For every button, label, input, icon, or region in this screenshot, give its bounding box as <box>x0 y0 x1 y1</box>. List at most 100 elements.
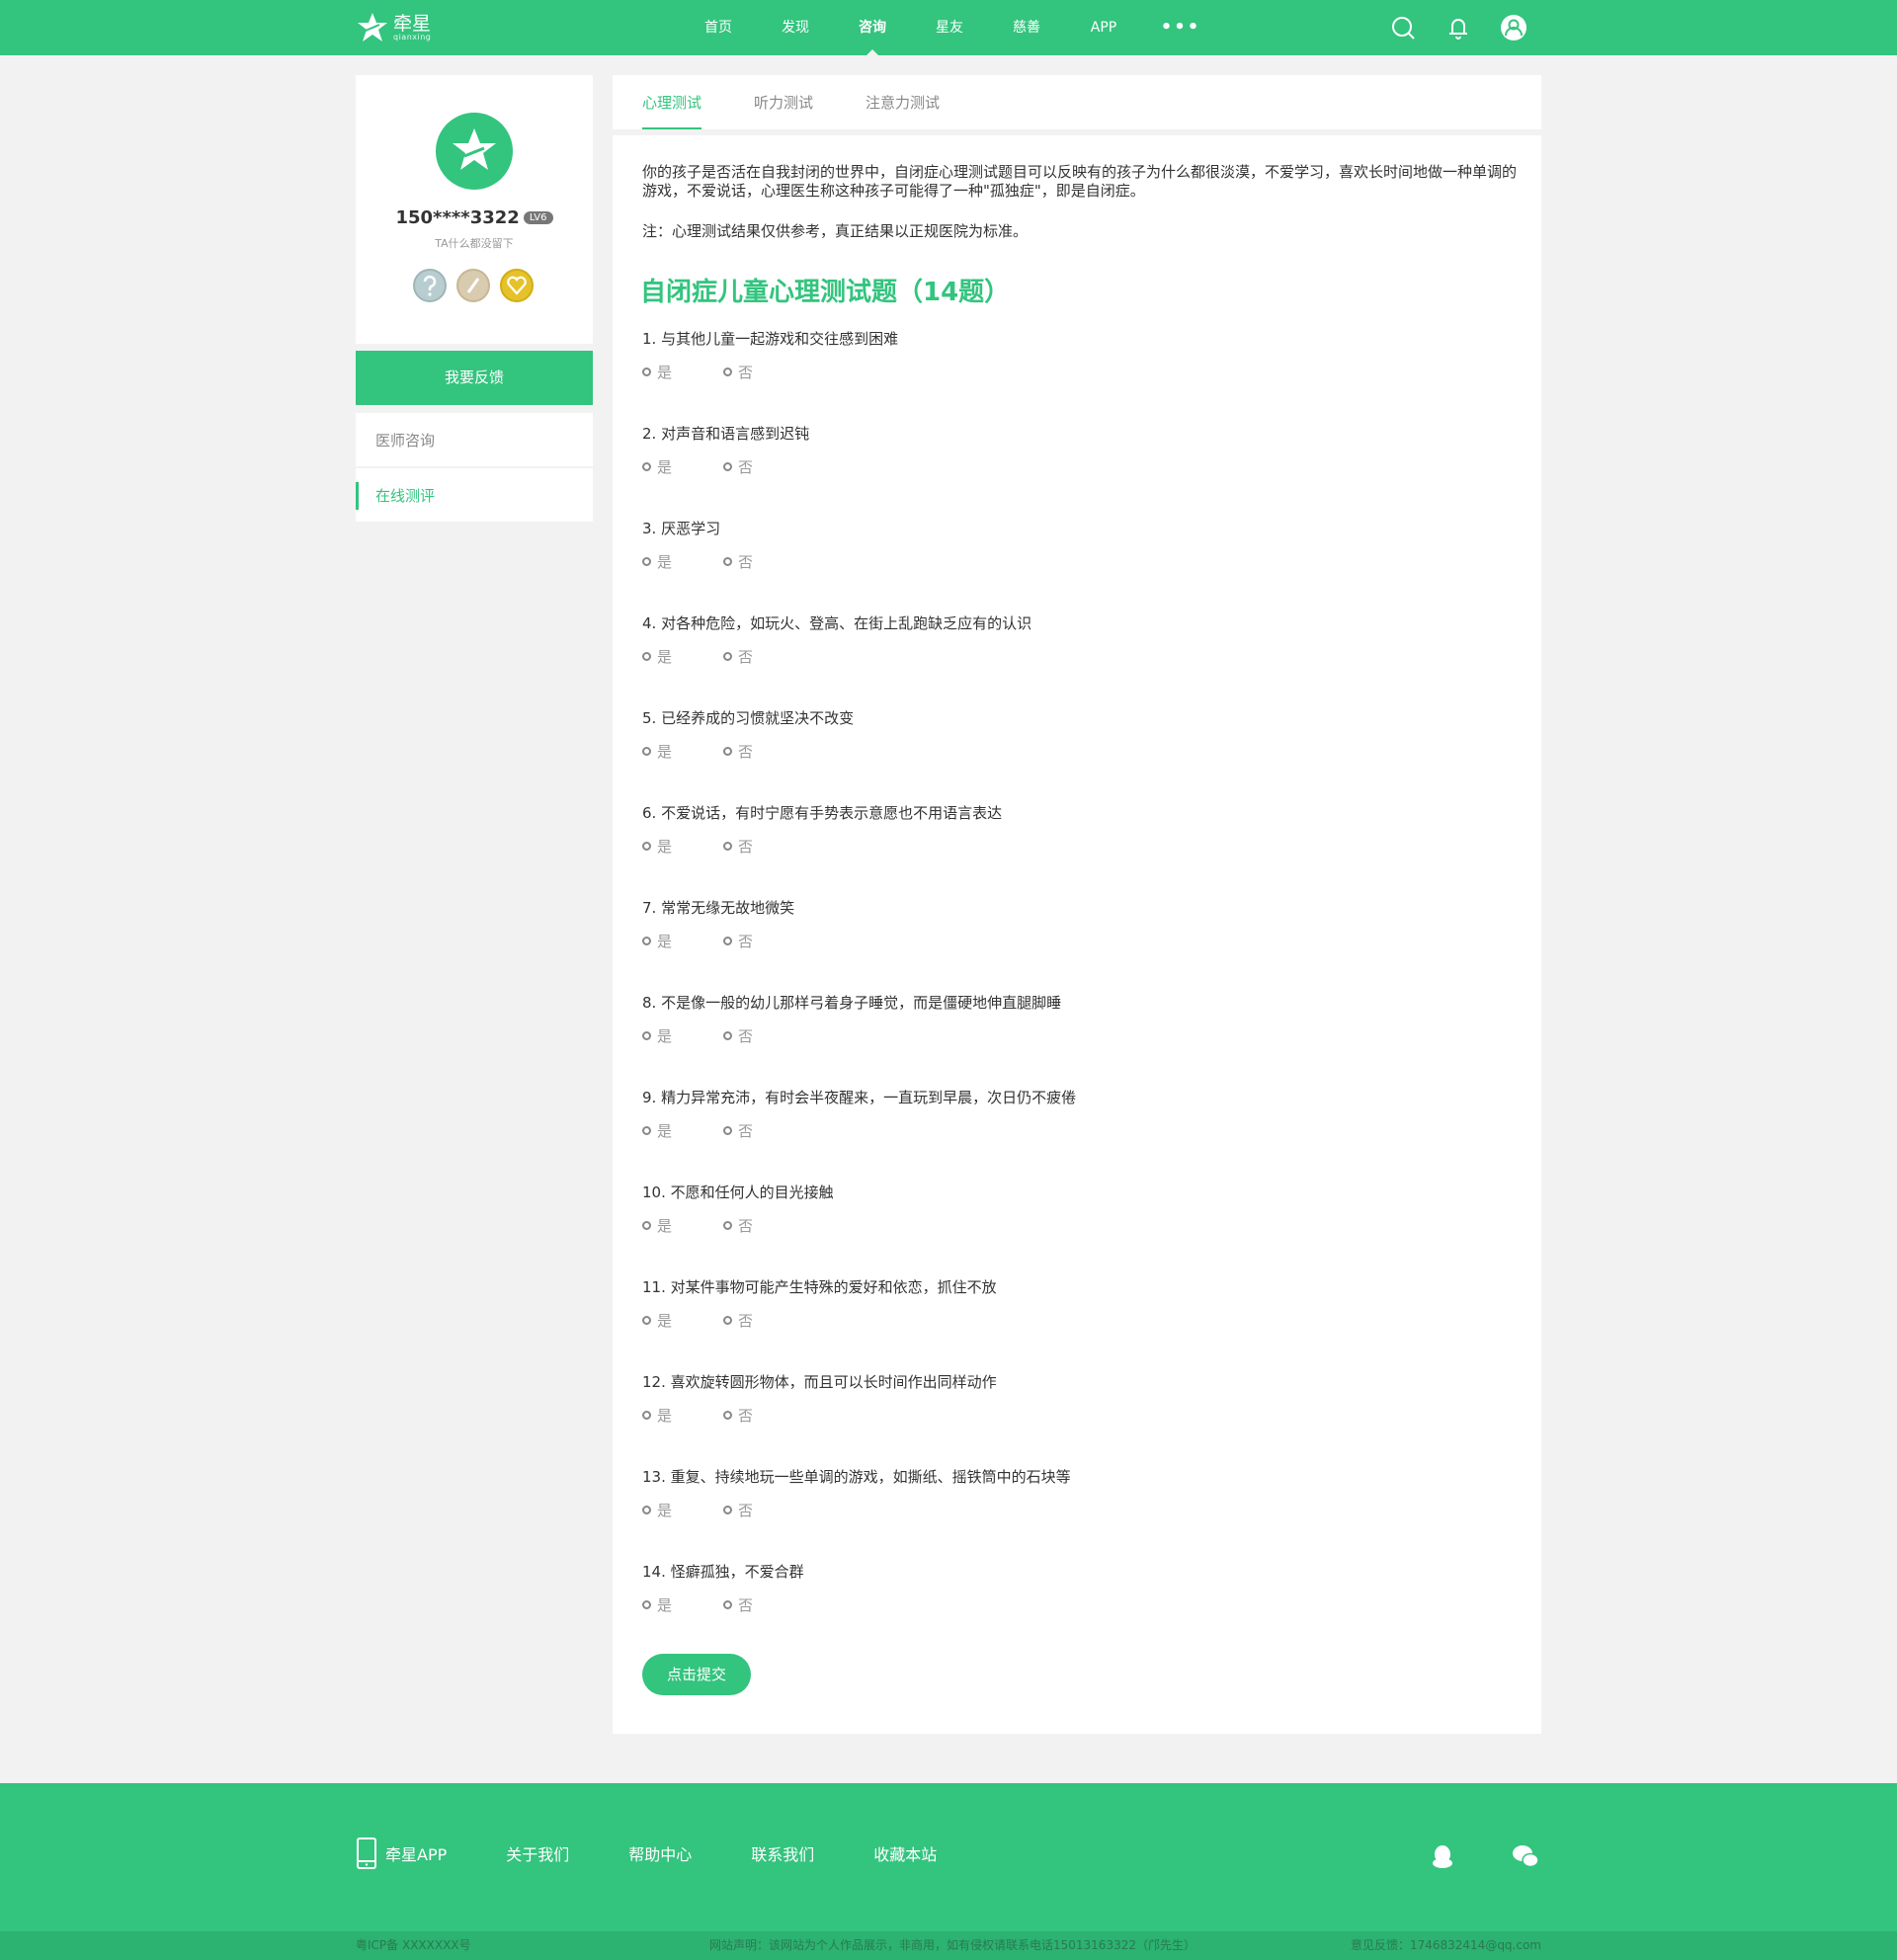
feedback-email[interactable]: 意见反馈：1746832414@qq.com <box>1351 1931 1541 1960</box>
option-no[interactable]: 否 <box>723 1311 804 1330</box>
nav-app[interactable]: APP <box>1065 0 1142 55</box>
search-icon[interactable] <box>1389 14 1417 41</box>
question-item: 14. 怪癖孤独，不爱合群 是 否 <box>642 1562 1512 1614</box>
tab-psych-test[interactable]: 心理测试 <box>642 75 702 129</box>
question-item: 8. 不是像一般的幼儿那样弓着身子睡觉，而是僵硬地伸直腿脚睡 是 否 <box>642 993 1512 1045</box>
option-no[interactable]: 否 <box>723 1501 804 1519</box>
nav-charity[interactable]: 慈善 <box>988 0 1065 55</box>
option-yes[interactable]: 是 <box>642 457 723 476</box>
bell-icon[interactable] <box>1444 14 1472 41</box>
option-no[interactable]: 否 <box>723 1406 804 1425</box>
radio-icon <box>642 1315 651 1325</box>
avatar[interactable] <box>436 113 513 190</box>
option-yes[interactable]: 是 <box>642 1121 723 1140</box>
option-label: 是 <box>657 932 673 950</box>
heart-badge-icon[interactable] <box>500 269 534 302</box>
option-no[interactable]: 否 <box>723 1026 804 1045</box>
phone-icon <box>357 1838 376 1869</box>
option-no[interactable]: 否 <box>723 932 804 950</box>
option-label: 否 <box>738 552 754 571</box>
radio-icon <box>723 746 732 756</box>
nav-more[interactable]: ••• <box>1142 0 1219 55</box>
nav-friends[interactable]: 星友 <box>911 0 988 55</box>
footer-links: 牵星APP 关于我们 帮助中心 联系我们 收藏本站 <box>356 1838 996 1869</box>
achievement-badges <box>413 269 534 302</box>
option-yes[interactable]: 是 <box>642 552 723 571</box>
option-yes[interactable]: 是 <box>642 1406 723 1425</box>
option-label: 否 <box>738 1026 754 1045</box>
option-label: 否 <box>738 932 754 950</box>
option-yes[interactable]: 是 <box>642 1501 723 1519</box>
question-text: 9. 精力异常充沛，有时会半夜醒来，一直玩到早晨，次日仍不疲倦 <box>642 1089 1077 1106</box>
radio-icon <box>723 651 732 661</box>
option-yes[interactable]: 是 <box>642 647 723 666</box>
option-no[interactable]: 否 <box>723 1121 804 1140</box>
wechat-icon[interactable] <box>1512 1842 1539 1870</box>
tab-hearing-test[interactable]: 听力测试 <box>754 75 813 129</box>
option-no[interactable]: 否 <box>723 1595 804 1614</box>
test-title: 自闭症儿童心理测试题（14题） <box>640 278 1011 307</box>
radio-icon <box>723 1599 732 1609</box>
option-yes[interactable]: 是 <box>642 363 723 381</box>
radio-icon <box>642 841 651 851</box>
nav-discover[interactable]: 发现 <box>757 0 834 55</box>
option-label: 是 <box>657 837 673 856</box>
nav-consult[interactable]: 咨询 <box>834 0 911 55</box>
option-no[interactable]: 否 <box>723 837 804 856</box>
option-label: 是 <box>657 1595 673 1614</box>
question-item: 5. 已经养成的习惯就坚决不改变 是 否 <box>642 708 1512 761</box>
question-text: 4. 对各种危险，如玩火、登高、在街上乱跑缺乏应有的认识 <box>642 614 1032 632</box>
user-icon[interactable] <box>1500 14 1527 41</box>
radio-icon <box>642 1410 651 1420</box>
question-text: 5. 已经养成的习惯就坚决不改变 <box>642 709 855 727</box>
star-logo-icon <box>358 13 387 41</box>
radio-icon <box>642 746 651 756</box>
tab-attention-test[interactable]: 注意力测试 <box>866 75 940 129</box>
option-yes[interactable]: 是 <box>642 1595 723 1614</box>
sidebar-item-doctor-consult[interactable]: 医师咨询 <box>356 413 593 468</box>
pencil-badge-icon[interactable] <box>456 269 490 302</box>
option-label: 否 <box>738 647 754 666</box>
qq-icon[interactable] <box>1429 1842 1456 1870</box>
user-bio: TA什么都没留下 <box>435 237 514 250</box>
option-yes[interactable]: 是 <box>642 1311 723 1330</box>
question-item: 4. 对各种危险，如玩火、登高、在街上乱跑缺乏应有的认识 是 否 <box>642 613 1512 666</box>
option-no[interactable]: 否 <box>723 647 804 666</box>
question-text: 8. 不是像一般的幼儿那样弓着身子睡觉，而是僵硬地伸直腿脚睡 <box>642 994 1062 1012</box>
footer-link-about[interactable]: 关于我们 <box>506 1841 569 1865</box>
option-no[interactable]: 否 <box>723 742 804 761</box>
question-item: 2. 对声音和语言感到迟钝 是 否 <box>642 424 1512 476</box>
logo-subtitle: qianxing <box>393 32 432 41</box>
option-no[interactable]: 否 <box>723 552 804 571</box>
option-no[interactable]: 否 <box>723 1216 804 1235</box>
option-yes[interactable]: 是 <box>642 742 723 761</box>
footer-link-contact[interactable]: 联系我们 <box>751 1841 814 1865</box>
option-label: 否 <box>738 363 754 381</box>
option-no[interactable]: 否 <box>723 363 804 381</box>
star-avatar-icon <box>453 128 496 170</box>
option-yes[interactable]: 是 <box>642 837 723 856</box>
test-tabs: 心理测试 听力测试 注意力测试 <box>613 75 1541 129</box>
username-text: 150****3322 <box>395 207 520 228</box>
option-label: 是 <box>657 742 673 761</box>
footer-link-help[interactable]: 帮助中心 <box>628 1841 692 1865</box>
option-yes[interactable]: 是 <box>642 932 723 950</box>
nav-home[interactable]: 首页 <box>680 0 757 55</box>
site-logo[interactable]: 牵星 qianxing <box>356 10 431 45</box>
top-nav-bar: 牵星 qianxing 首页 发现 咨询 星友 慈善 APP ••• <box>0 0 1897 55</box>
option-label: 否 <box>738 1595 754 1614</box>
option-yes[interactable]: 是 <box>642 1216 723 1235</box>
feedback-button[interactable]: 我要反馈 <box>356 351 593 405</box>
option-label: 是 <box>657 363 673 381</box>
question-badge-icon[interactable] <box>413 269 447 302</box>
submit-button[interactable]: 点击提交 <box>642 1654 751 1695</box>
footer-link-label: 牵星APP <box>385 1845 448 1864</box>
sidebar-item-online-assessment[interactable]: 在线测评 <box>356 468 593 524</box>
option-label: 否 <box>738 1121 754 1140</box>
footer-link-bookmark[interactable]: 收藏本站 <box>873 1841 937 1865</box>
option-label: 否 <box>738 1311 754 1330</box>
question-text: 2. 对声音和语言感到迟钝 <box>642 425 810 443</box>
option-no[interactable]: 否 <box>723 457 804 476</box>
footer-link-app[interactable]: 牵星APP <box>356 1838 447 1869</box>
option-yes[interactable]: 是 <box>642 1026 723 1045</box>
